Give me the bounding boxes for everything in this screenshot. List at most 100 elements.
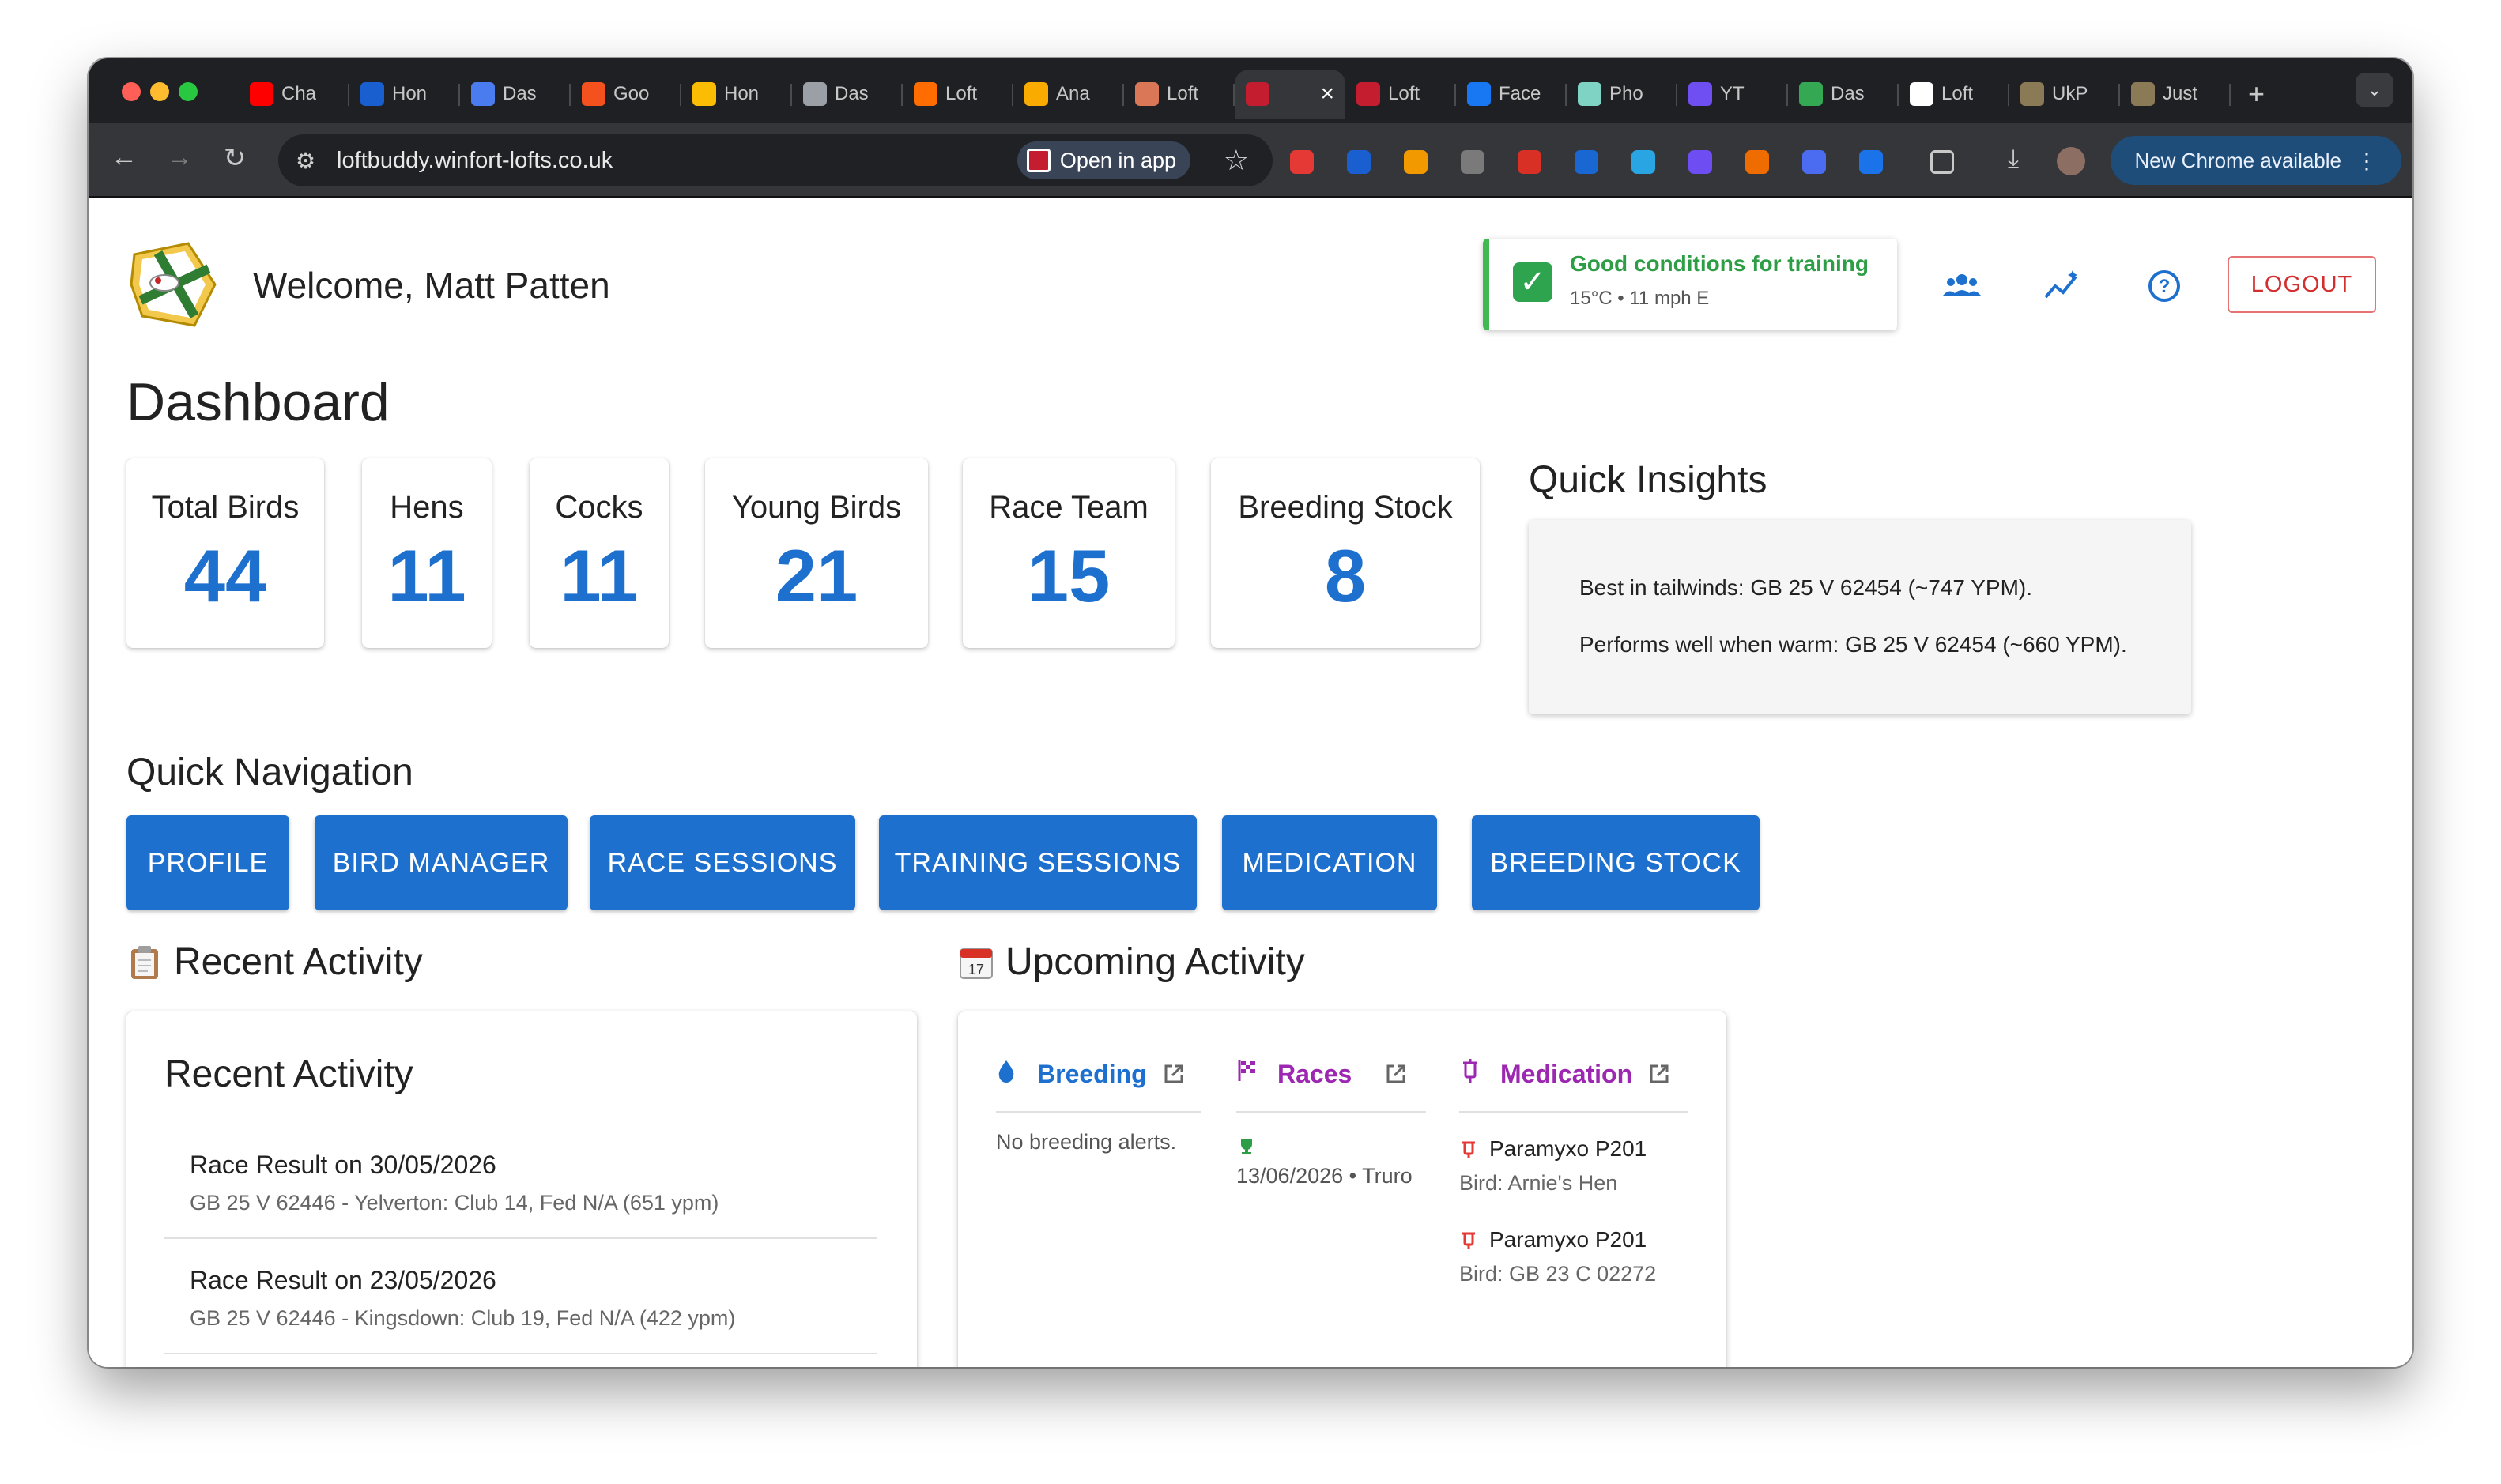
browser-tab[interactable]: Loft (1345, 70, 1456, 119)
trophy-icon (1241, 1139, 1252, 1154)
browser-tab[interactable]: Pho (1567, 70, 1677, 119)
help-icon[interactable]: ? (2144, 266, 2185, 307)
extension-icon[interactable] (1688, 150, 1712, 174)
address-bar[interactable]: ⚙ loftbuddy.winfort-lofts.co.uk Open in … (278, 134, 1273, 186)
medication-bird: Bird: Arnie's Hen (1459, 1171, 1618, 1195)
browser-tab[interactable]: Ana (1013, 70, 1124, 119)
heart-icon (1688, 82, 1712, 106)
extension-icon[interactable] (1347, 150, 1371, 174)
maximize-window-button[interactable] (179, 82, 198, 101)
checkered-flag-icon (1236, 1059, 1260, 1089)
url-text[interactable]: loftbuddy.winfort-lofts.co.uk (337, 148, 613, 174)
browser-tab[interactable]: Face (1456, 70, 1567, 119)
race-item[interactable]: 13/06/2026 • Truro (1236, 1136, 1426, 1188)
race-sessions-button[interactable]: RACE SESSIONS (590, 815, 855, 910)
group-icon[interactable] (1941, 266, 1982, 307)
loftbuddy-icon (1356, 82, 1380, 106)
browser-tab[interactable]: YT (1677, 70, 1788, 119)
chevron-down-icon: ⌄ (2367, 80, 2382, 100)
medication-title: Medication (1500, 1059, 1633, 1088)
stat-card: Total Birds 44 (126, 458, 324, 648)
medication-item[interactable]: Paramyxo P201 Bird: Arnie's Hen (1459, 1136, 1688, 1196)
extension-icon[interactable] (1518, 150, 1541, 174)
insights-chart-icon[interactable] (2043, 266, 2084, 307)
extension-icon[interactable] (1631, 150, 1655, 174)
medication-button[interactable]: MEDICATION (1222, 815, 1437, 910)
sparkle-icon (1135, 82, 1159, 106)
tab-label: UkP (2052, 83, 2088, 104)
more-menu-icon[interactable]: ⋮ (2356, 148, 2378, 174)
medication-header[interactable]: Medication (1459, 1054, 1688, 1094)
back-button[interactable]: ← (106, 142, 142, 173)
extension-icon[interactable] (1575, 150, 1598, 174)
browser-tab[interactable]: Das (460, 70, 571, 119)
list-item[interactable]: Race Result on 30/05/2026 GB 25 V 62446 … (190, 1151, 877, 1215)
youtube-icon (250, 82, 273, 106)
tab-label: Hon (392, 83, 428, 104)
activity-detail: GB 25 V 62446 - Yelverton: Club 14, Fed … (190, 1191, 719, 1215)
upcoming-activity-section-label: Upcoming Activity (1005, 941, 1305, 983)
stat-value: 21 (775, 534, 858, 617)
browser-tab[interactable]: Goo (571, 70, 681, 119)
breeding-stock-button[interactable]: BREEDING STOCK (1472, 815, 1760, 910)
tab-label: Hon (724, 83, 760, 104)
profile-avatar[interactable] (2057, 147, 2085, 175)
upcoming-activity-section-title: 17 Upcoming Activity (958, 940, 1305, 984)
browser-tab[interactable]: × (1235, 70, 1345, 119)
open-external-icon[interactable] (1647, 1061, 1672, 1087)
browser-tab[interactable]: Das (1788, 70, 1899, 119)
open-in-app-button[interactable]: Open in app (1017, 141, 1190, 179)
extension-icon[interactable] (1745, 150, 1769, 174)
list-item[interactable]: Race Result on 23/05/2026 GB 25 V 62446 … (190, 1266, 877, 1331)
bird-manager-button[interactable]: BIRD MANAGER (315, 815, 568, 910)
clipboard-icon (131, 945, 158, 979)
browser-tab[interactable]: Das (792, 70, 903, 119)
extension-icon[interactable] (1290, 150, 1314, 174)
browser-tab[interactable]: Cha (239, 70, 349, 119)
races-header[interactable]: Races (1236, 1054, 1426, 1094)
browser-tab[interactable]: Loft (903, 70, 1013, 119)
logout-button[interactable]: LOGOUT (2228, 256, 2376, 313)
tab-search-button[interactable]: ⌄ (2356, 73, 2393, 107)
new-chrome-available-button[interactable]: New Chrome available ⋮ (2111, 136, 2401, 185)
syringe-icon (1459, 1058, 1483, 1090)
extension-icon[interactable] (1802, 150, 1826, 174)
tab-label: Das (1831, 83, 1865, 104)
stat-label: Hens (390, 490, 464, 525)
browser-tab[interactable]: UkP (2009, 70, 2120, 119)
medication-item[interactable]: Paramyxo P201 Bird: GB 23 C 02272 (1459, 1227, 1688, 1286)
browser-tab[interactable]: Hon (349, 70, 460, 119)
forward-button[interactable]: → (161, 142, 198, 173)
extension-icon[interactable] (1461, 150, 1484, 174)
new-tab-button[interactable]: + (2248, 77, 2265, 111)
open-external-icon[interactable] (1383, 1061, 1409, 1087)
close-window-button[interactable] (122, 82, 141, 101)
breeding-header[interactable]: Breeding (996, 1054, 1201, 1094)
profile-button[interactable]: PROFILE (126, 815, 289, 910)
extensions-puzzle-icon[interactable] (1930, 150, 1954, 174)
app-icon (360, 82, 384, 106)
tab-label: Ana (1056, 83, 1090, 104)
site-settings-icon[interactable]: ⚙ (296, 148, 323, 174)
close-tab-icon[interactable]: × (1320, 81, 1334, 107)
tab-bar: Cha Hon Das Goo Hon Das Loft Ana Loft × Loft Face Ph… (89, 58, 2412, 123)
tab-label: Face (1499, 83, 1541, 104)
extension-icon[interactable] (1859, 150, 1883, 174)
browser-tab[interactable]: Loft (1899, 70, 2009, 119)
training-conditions-alert: ✓ Good conditions for training 15°C • 11… (1483, 239, 1897, 330)
stat-value: 15 (1027, 534, 1111, 617)
tab-label: Loft (1941, 83, 1974, 104)
training-sessions-button[interactable]: TRAINING SESSIONS (879, 815, 1197, 910)
extension-icon[interactable] (1404, 150, 1428, 174)
bookmark-star-icon[interactable]: ☆ (1224, 144, 1249, 177)
tab-label: Goo (613, 83, 650, 104)
browser-tab[interactable]: Loft (1124, 70, 1235, 119)
open-external-icon[interactable] (1161, 1061, 1186, 1087)
download-icon[interactable]: ⤓ (2008, 144, 2031, 172)
loftbuddy-icon (1026, 149, 1051, 172)
browser-tab[interactable]: Hon (681, 70, 792, 119)
minimize-window-button[interactable] (150, 82, 169, 101)
svg-text:?: ? (2159, 276, 2171, 297)
reload-button[interactable]: ↻ (217, 142, 253, 174)
browser-tab[interactable]: Just (2120, 70, 2231, 119)
